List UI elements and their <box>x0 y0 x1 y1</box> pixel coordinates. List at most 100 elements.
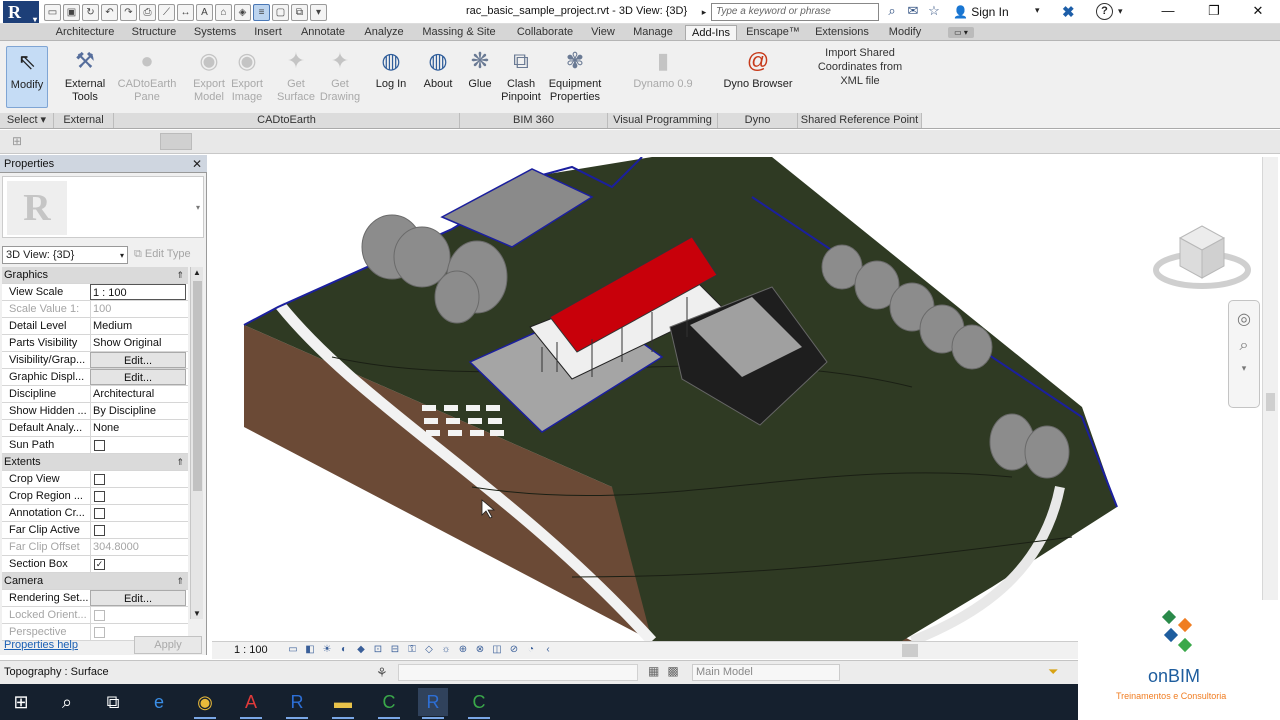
properties-scrollbar[interactable]: ▲ ▼ <box>190 267 203 619</box>
restore-icon[interactable]: ❐ <box>1194 0 1234 24</box>
property-row[interactable]: Far Clip Active <box>2 522 188 539</box>
chevron-right-icon[interactable]: ▸ <box>698 4 710 20</box>
property-row[interactable]: Detail Level Medium <box>2 318 188 335</box>
tab-annotate[interactable]: Annotate <box>294 25 352 40</box>
collapse-icon[interactable]: ⇑ <box>176 454 184 470</box>
property-row[interactable]: Annotation Cr... <box>2 505 188 522</box>
filter-icon[interactable]: ⏷ <box>1048 664 1058 680</box>
chevron-down-icon[interactable]: ▾ <box>196 203 200 212</box>
visual-style-icon[interactable]: ◧ <box>304 644 316 655</box>
checkbox[interactable] <box>94 440 105 451</box>
glue-button[interactable]: ❋ Glue <box>462 46 498 108</box>
tab-enscape[interactable]: Enscape™ <box>743 25 803 40</box>
tab-extensions[interactable]: Extensions <box>810 25 874 40</box>
chevron-down-icon[interactable]: ▾ <box>1035 5 1040 16</box>
checkbox[interactable]: ✓ <box>94 559 105 570</box>
camtasia-icon[interactable]: C <box>374 688 404 719</box>
options-bar-control[interactable] <box>160 133 192 150</box>
communication-icon[interactable]: ✉ <box>905 3 921 19</box>
property-row[interactable]: Crop View <box>2 471 188 488</box>
checkbox[interactable] <box>94 491 105 502</box>
property-row[interactable]: Parts Visibility Show Original <box>2 335 188 352</box>
scrollbar-thumb[interactable] <box>1266 393 1275 411</box>
property-row[interactable]: View Scale 1 : 100 <box>2 284 188 301</box>
view-scrollbar[interactable] <box>1262 157 1278 641</box>
text-icon[interactable]: A <box>196 3 213 21</box>
detail-level-icon[interactable]: ▭ <box>287 644 299 655</box>
open-icon[interactable]: ▭ <box>44 3 61 21</box>
hide-analytical-icon[interactable]: ⊘ <box>508 644 520 655</box>
measure-icon[interactable]: ⟋ <box>158 3 175 21</box>
tab-massing-site[interactable]: Massing & Site <box>415 25 503 40</box>
property-value[interactable]: Show Original <box>90 335 186 351</box>
undo-icon[interactable]: ↶ <box>101 3 118 21</box>
windows-logo-icon[interactable]: ⊞ <box>6 688 36 716</box>
chrome-icon[interactable]: ◉ <box>190 688 220 719</box>
dimension-icon[interactable]: ↔ <box>177 3 194 21</box>
property-row[interactable]: Scale Value 1: 100 <box>2 301 188 318</box>
close-icon[interactable]: ✕ <box>192 155 202 173</box>
3d-viewport[interactable]: ▭❐✕ <box>212 157 1262 641</box>
view-scale[interactable]: 1 : 100 <box>234 644 268 656</box>
property-value[interactable]: By Discipline <box>90 403 186 419</box>
log-in-button[interactable]: ◍ Log In <box>372 46 410 108</box>
worksharing-icon[interactable]: ⚘ <box>376 665 388 681</box>
revit-icon[interactable]: R <box>282 688 312 719</box>
tab-collaborate[interactable]: Collaborate <box>507 25 583 40</box>
property-row[interactable]: Locked Orient... <box>2 607 188 624</box>
switch-windows-icon[interactable]: ⧉ <box>291 3 308 21</box>
temporary-properties-icon[interactable]: ⊕ <box>457 644 469 655</box>
reveal-hidden-icon[interactable]: ☼ <box>440 644 452 655</box>
property-group-header[interactable]: Graphics ⇑ <box>2 267 188 284</box>
property-row[interactable]: Default Analy... None <box>2 420 188 437</box>
import-shared-coordinates-button[interactable]: Import Shared Coordinates from XML file <box>812 46 908 88</box>
property-row[interactable]: Discipline Architectural <box>2 386 188 403</box>
ribbon-minimize-icon[interactable]: ▭ ▾ <box>948 27 974 38</box>
sync-icon[interactable]: ↻ <box>82 3 99 21</box>
close-hidden-icon[interactable]: ▢ <box>272 3 289 21</box>
edit-button[interactable]: Edit... <box>90 352 186 368</box>
print-icon[interactable]: ⎙ <box>139 3 156 21</box>
star-icon[interactable]: ☆ <box>926 3 942 19</box>
checkbox[interactable] <box>94 525 105 536</box>
autocad-icon[interactable]: A <box>236 688 266 719</box>
scrollbar-thumb[interactable] <box>193 281 202 491</box>
sun-path-icon[interactable]: ☀ <box>321 644 333 655</box>
property-row[interactable]: Rendering Set... Edit... <box>2 590 188 607</box>
temporary-hide-icon[interactable]: ◇ <box>423 644 435 655</box>
sign-in-button[interactable]: 👤 Sign In <box>953 5 1009 19</box>
minimize-icon[interactable]: — <box>1148 0 1188 24</box>
shadows-icon[interactable]: ◐ <box>338 644 350 655</box>
3d-view-icon[interactable]: ⌂ <box>215 3 232 21</box>
tab-insert[interactable]: Insert <box>248 25 288 40</box>
property-row[interactable]: Graphic Displ... Edit... <box>2 369 188 386</box>
property-row[interactable]: Show Hidden ... By Discipline <box>2 403 188 420</box>
workset-selector[interactable]: Main Model <box>692 664 840 681</box>
tab-manage[interactable]: Manage <box>625 25 681 40</box>
panel-select[interactable]: Select ▾ <box>0 113 54 128</box>
checkbox[interactable] <box>94 508 105 519</box>
property-row[interactable]: Far Clip Offset 304.8000 <box>2 539 188 556</box>
editable-only-icon[interactable]: ▦▩ <box>648 664 687 678</box>
help-icon[interactable]: ? <box>1096 3 1113 20</box>
edit-button[interactable]: Edit... <box>90 369 186 385</box>
property-row[interactable]: Visibility/Grap... Edit... <box>2 352 188 369</box>
property-group-header[interactable]: Camera ⇑ <box>2 573 188 590</box>
help-search-input[interactable]: Type a keyword or phrase <box>711 3 879 21</box>
properties-help-link[interactable]: Properties help <box>4 639 78 651</box>
external-tools-button[interactable]: ⚒ External Tools <box>58 46 112 108</box>
type-preview[interactable]: R ▾ <box>2 176 204 238</box>
tab-structure[interactable]: Structure <box>125 25 183 40</box>
exchange-apps-icon[interactable]: ✖ <box>1062 3 1075 21</box>
scroll-left-icon[interactable]: ‹ <box>542 644 554 655</box>
customize-qat-icon[interactable]: ▾ <box>310 3 327 21</box>
edit-button[interactable]: Edit... <box>90 590 186 606</box>
scroll-up-icon[interactable]: ▲ <box>193 268 201 277</box>
tab-architecture[interactable]: Architecture <box>47 25 123 40</box>
revit-icon[interactable]: R <box>418 688 448 719</box>
property-row[interactable]: Section Box ✓ <box>2 556 188 573</box>
save-icon[interactable]: ▣ <box>63 3 80 21</box>
binoculars-icon[interactable]: ⌕ <box>884 3 900 19</box>
clash-pinpoint-button[interactable]: ⧉ Clash Pinpoint <box>498 46 544 108</box>
reveal-constraints-icon[interactable]: ◔ <box>525 644 537 655</box>
